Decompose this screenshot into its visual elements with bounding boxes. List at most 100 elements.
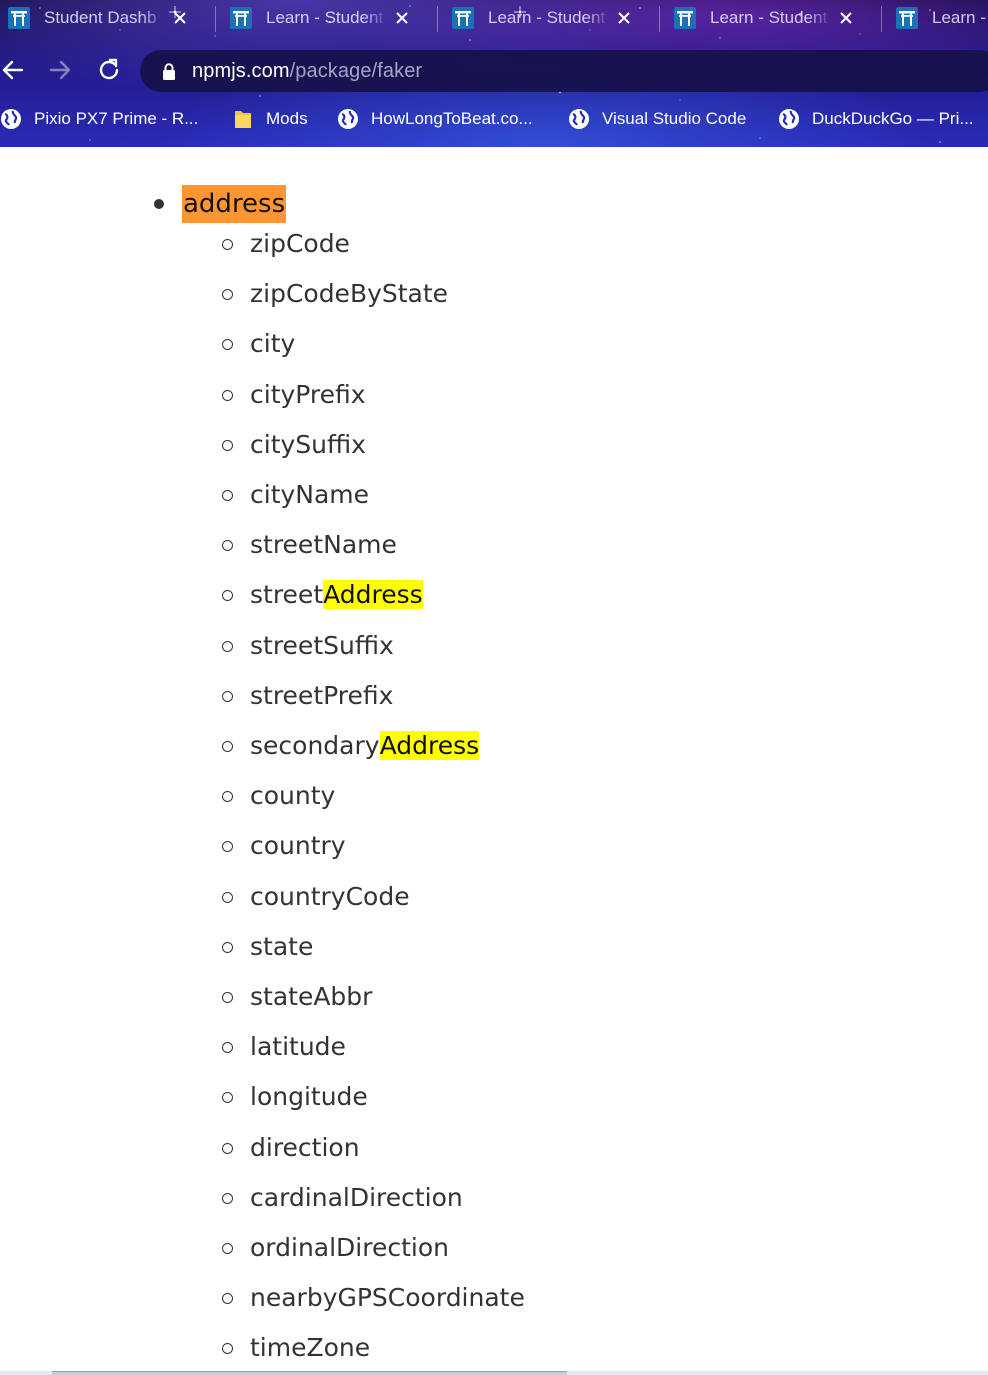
bookmark-visual-studio-code[interactable]: Visual Studio Code <box>568 106 746 132</box>
list-bullet <box>222 1292 233 1304</box>
globe-icon <box>338 109 358 129</box>
bookmark-label: Mods <box>266 109 308 128</box>
bookmark-mods-folder[interactable]: Mods <box>232 106 308 132</box>
list-bullet <box>154 199 164 209</box>
tab-title: Student Dashb <box>44 8 157 27</box>
method-list-item: cardinalDirection <box>222 1178 463 1218</box>
method-name-text: countryCode <box>250 882 410 911</box>
method-name-text: latitude <box>250 1032 346 1061</box>
list-bullet <box>222 1192 233 1204</box>
scrollbar-thumb[interactable] <box>52 1371 567 1375</box>
tab-strip: Student Dashb Learn - Student Learn - St… <box>0 0 988 38</box>
list-bullet <box>222 338 233 350</box>
method-name-text: zipCodeByState <box>250 279 449 308</box>
method-name: city <box>250 326 295 362</box>
tab-learn-student-3[interactable]: Learn - Student <box>666 2 881 34</box>
method-list-item: latitude <box>222 1027 346 1067</box>
method-list-item: nearbyGPSCoordinate <box>222 1278 525 1318</box>
close-icon[interactable] <box>172 10 188 26</box>
list-bullet <box>222 1242 233 1254</box>
tab-separator <box>215 6 216 32</box>
method-name-text: cityName <box>250 480 370 509</box>
method-name: cityPrefix <box>250 377 366 413</box>
list-bullet <box>222 1041 233 1053</box>
method-list-item: direction <box>222 1128 360 1168</box>
method-name: streetPrefix <box>250 678 393 714</box>
tab-separator <box>659 6 660 32</box>
method-name-text: stateAbbr <box>250 982 373 1011</box>
bookmarks-bar: Pixio PX7 Prime - R... Mods HowLongToBea… <box>0 100 988 138</box>
method-name: ordinalDirection <box>250 1230 449 1266</box>
method-list-item: cityPrefix <box>222 375 366 415</box>
method-name: timeZone <box>250 1330 370 1366</box>
method-name-text: cardinalDirection <box>250 1183 463 1212</box>
method-list-item: longitude <box>222 1077 368 1117</box>
list-bullet <box>222 991 233 1003</box>
find-match-highlight: Address <box>379 731 480 760</box>
forward-arrow-icon[interactable] <box>47 57 73 83</box>
method-name-text: state <box>250 932 314 961</box>
close-icon[interactable] <box>394 10 410 26</box>
method-list-item: streetName <box>222 525 397 565</box>
globe-icon <box>779 109 799 129</box>
method-list-item: city <box>222 324 295 364</box>
address-bar[interactable]: npmjs.com/package/faker <box>140 50 988 92</box>
method-name: stateAbbr <box>250 979 372 1015</box>
torii-gate-favicon <box>896 7 918 29</box>
method-name-text: street <box>250 580 324 609</box>
bookmark-duckduckgo[interactable]: DuckDuckGo — Pri... <box>778 106 974 132</box>
tab-title: Learn - Student <box>488 8 606 27</box>
section-label-address: address <box>182 185 287 223</box>
method-list-item: streetPrefix <box>222 676 393 716</box>
bookmark-howlongtobeat[interactable]: HowLongToBeat.co... <box>337 106 533 132</box>
method-name-text: secondary <box>250 731 380 760</box>
method-name-text: timeZone <box>250 1333 371 1362</box>
list-bullet <box>222 288 233 300</box>
method-list-item: ordinalDirection <box>222 1228 449 1268</box>
method-list-item: timeZone <box>222 1328 370 1368</box>
reload-icon[interactable] <box>96 57 122 83</box>
lock-icon[interactable] <box>162 62 176 80</box>
tab-student-dashboard[interactable]: Student Dashb <box>0 2 215 34</box>
method-name: state <box>250 929 313 965</box>
method-name: nearbyGPSCoordinate <box>250 1280 525 1316</box>
method-name: latitude <box>250 1029 346 1065</box>
method-name: cardinalDirection <box>250 1180 463 1216</box>
method-name: citySuffix <box>250 427 366 463</box>
list-bullet <box>222 389 233 401</box>
method-list-item: secondaryAddress <box>222 726 480 766</box>
bookmark-pixio[interactable]: Pixio PX7 Prime - R... <box>0 106 198 132</box>
method-list-item: streetAddress <box>222 575 423 615</box>
browser-toolbar: npmjs.com/package/faker <box>0 46 988 96</box>
horizontal-scrollbar[interactable] <box>0 1371 988 1375</box>
method-list-item: county <box>222 776 335 816</box>
url-path: /package/faker <box>289 59 423 82</box>
torii-gate-favicon <box>452 7 474 29</box>
method-name-text: ordinalDirection <box>250 1233 449 1262</box>
find-match-highlight: Address <box>323 580 423 609</box>
list-bullet <box>222 1142 233 1154</box>
method-name: countryCode <box>250 879 410 915</box>
method-name: zipCode <box>250 226 350 262</box>
list-bullet <box>222 238 233 250</box>
tab-title: Learn - Student <box>710 8 828 27</box>
close-icon[interactable] <box>838 10 854 26</box>
back-arrow-icon[interactable] <box>0 57 26 83</box>
method-name-text: country <box>250 831 346 860</box>
method-list-item: streetSuffix <box>222 626 394 666</box>
url-text[interactable]: npmjs.com/package/faker <box>192 60 422 83</box>
tab-learn-student-2[interactable]: Learn - Student <box>444 2 659 34</box>
list-bullet <box>222 891 233 903</box>
method-name-text: city <box>250 329 296 358</box>
list-bullet <box>222 439 233 451</box>
list-bullet <box>222 740 233 752</box>
method-name: cityName <box>250 477 369 513</box>
bookmark-label: HowLongToBeat.co... <box>371 109 533 128</box>
list-bullet <box>222 489 233 501</box>
method-name-text: county <box>250 781 336 810</box>
method-list-item: state <box>222 927 313 967</box>
close-icon[interactable] <box>616 10 632 26</box>
globe-icon <box>1 109 21 129</box>
tab-learn-student-1[interactable]: Learn - Student <box>222 2 437 34</box>
tab-learn-student-4[interactable]: Learn - <box>888 2 988 34</box>
